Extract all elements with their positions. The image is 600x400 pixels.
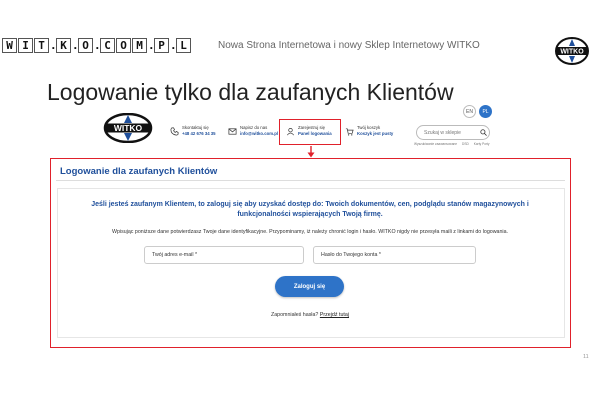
logo-tile: O [78,38,93,53]
cards-link[interactable]: Karty Porty [474,142,490,146]
arrow-down-icon [307,146,315,158]
page-number: 11 [583,354,589,360]
header-cart[interactable]: Twój koszyk Koszyk jest pusty [345,125,393,137]
login-security-note: Wpisując poniższe dane potwierdzasz Twoj… [111,229,509,235]
witko-corner-logo-icon: WITKO [555,37,589,65]
witko-site-logo-icon[interactable]: WITKO [103,113,153,143]
logo-tile: I [18,38,33,53]
login-button[interactable]: Zaloguj się [275,276,344,297]
logo-tile: L [176,38,191,53]
contact-phone: +48 42 676 34 35 [182,131,216,136]
svg-text:WITKO: WITKO [114,123,143,133]
logo-tile: P [154,38,169,53]
svg-text:WITKO: WITKO [560,49,584,56]
login-lead-text: Jeśli jesteś zaufanym Klientem, to zalog… [91,201,529,218]
email-address: info@witko.com.pl [240,131,279,136]
logo-tile: O [116,38,131,53]
cart-icon [345,128,354,136]
mail-icon [228,128,237,135]
forgot-password-link[interactable]: Przejdź tutaj [320,312,349,318]
dsd-link[interactable]: DSD [462,142,469,146]
divider [56,180,565,181]
header-email[interactable]: Napisz do nas info@witko.com.pl [228,125,278,137]
forgot-password: Zapomniałeś hasła? Przejdź tutaj [240,312,380,318]
logo-tile: K [56,38,71,53]
advanced-search-link[interactable]: Wyszukiwanie zaawansowane [414,142,457,146]
slide-title: Nowa Strona Internetowa i nowy Sklep Int… [218,40,480,51]
logo-tile: C [100,38,115,53]
login-highlight-box [279,119,341,145]
slide-heading: Logowanie tylko dla zaufanych Klientów [47,79,454,105]
lang-en-button[interactable]: EN [463,105,476,118]
search-input[interactable]: Szukaj w sklepie [416,125,490,140]
login-title: Logowanie dla zaufanych Klientów [60,166,218,177]
email-field[interactable]: Twój adres e-mail * [144,246,304,264]
logo-tile: T [34,38,49,53]
phone-icon [170,127,179,136]
search-links: Wyszukiwanie zaawansowane DSD Karty Port… [414,142,490,146]
search-icon[interactable] [480,129,487,136]
password-field[interactable]: Hasło do Twojego konta * [313,246,476,264]
cart-status: Koszyk jest pusty [357,131,394,136]
lang-pl-button[interactable]: PL [479,105,492,118]
header-contact[interactable]: Skontaktuj się +48 42 676 34 35 [170,125,216,137]
logo-tile: W [2,38,17,53]
forgot-text: Zapomniałeś hasła? [270,312,319,318]
logo-tile: M [132,38,147,53]
witko-domain-logo: W I T . K . O . C O M . P . L [2,38,192,53]
